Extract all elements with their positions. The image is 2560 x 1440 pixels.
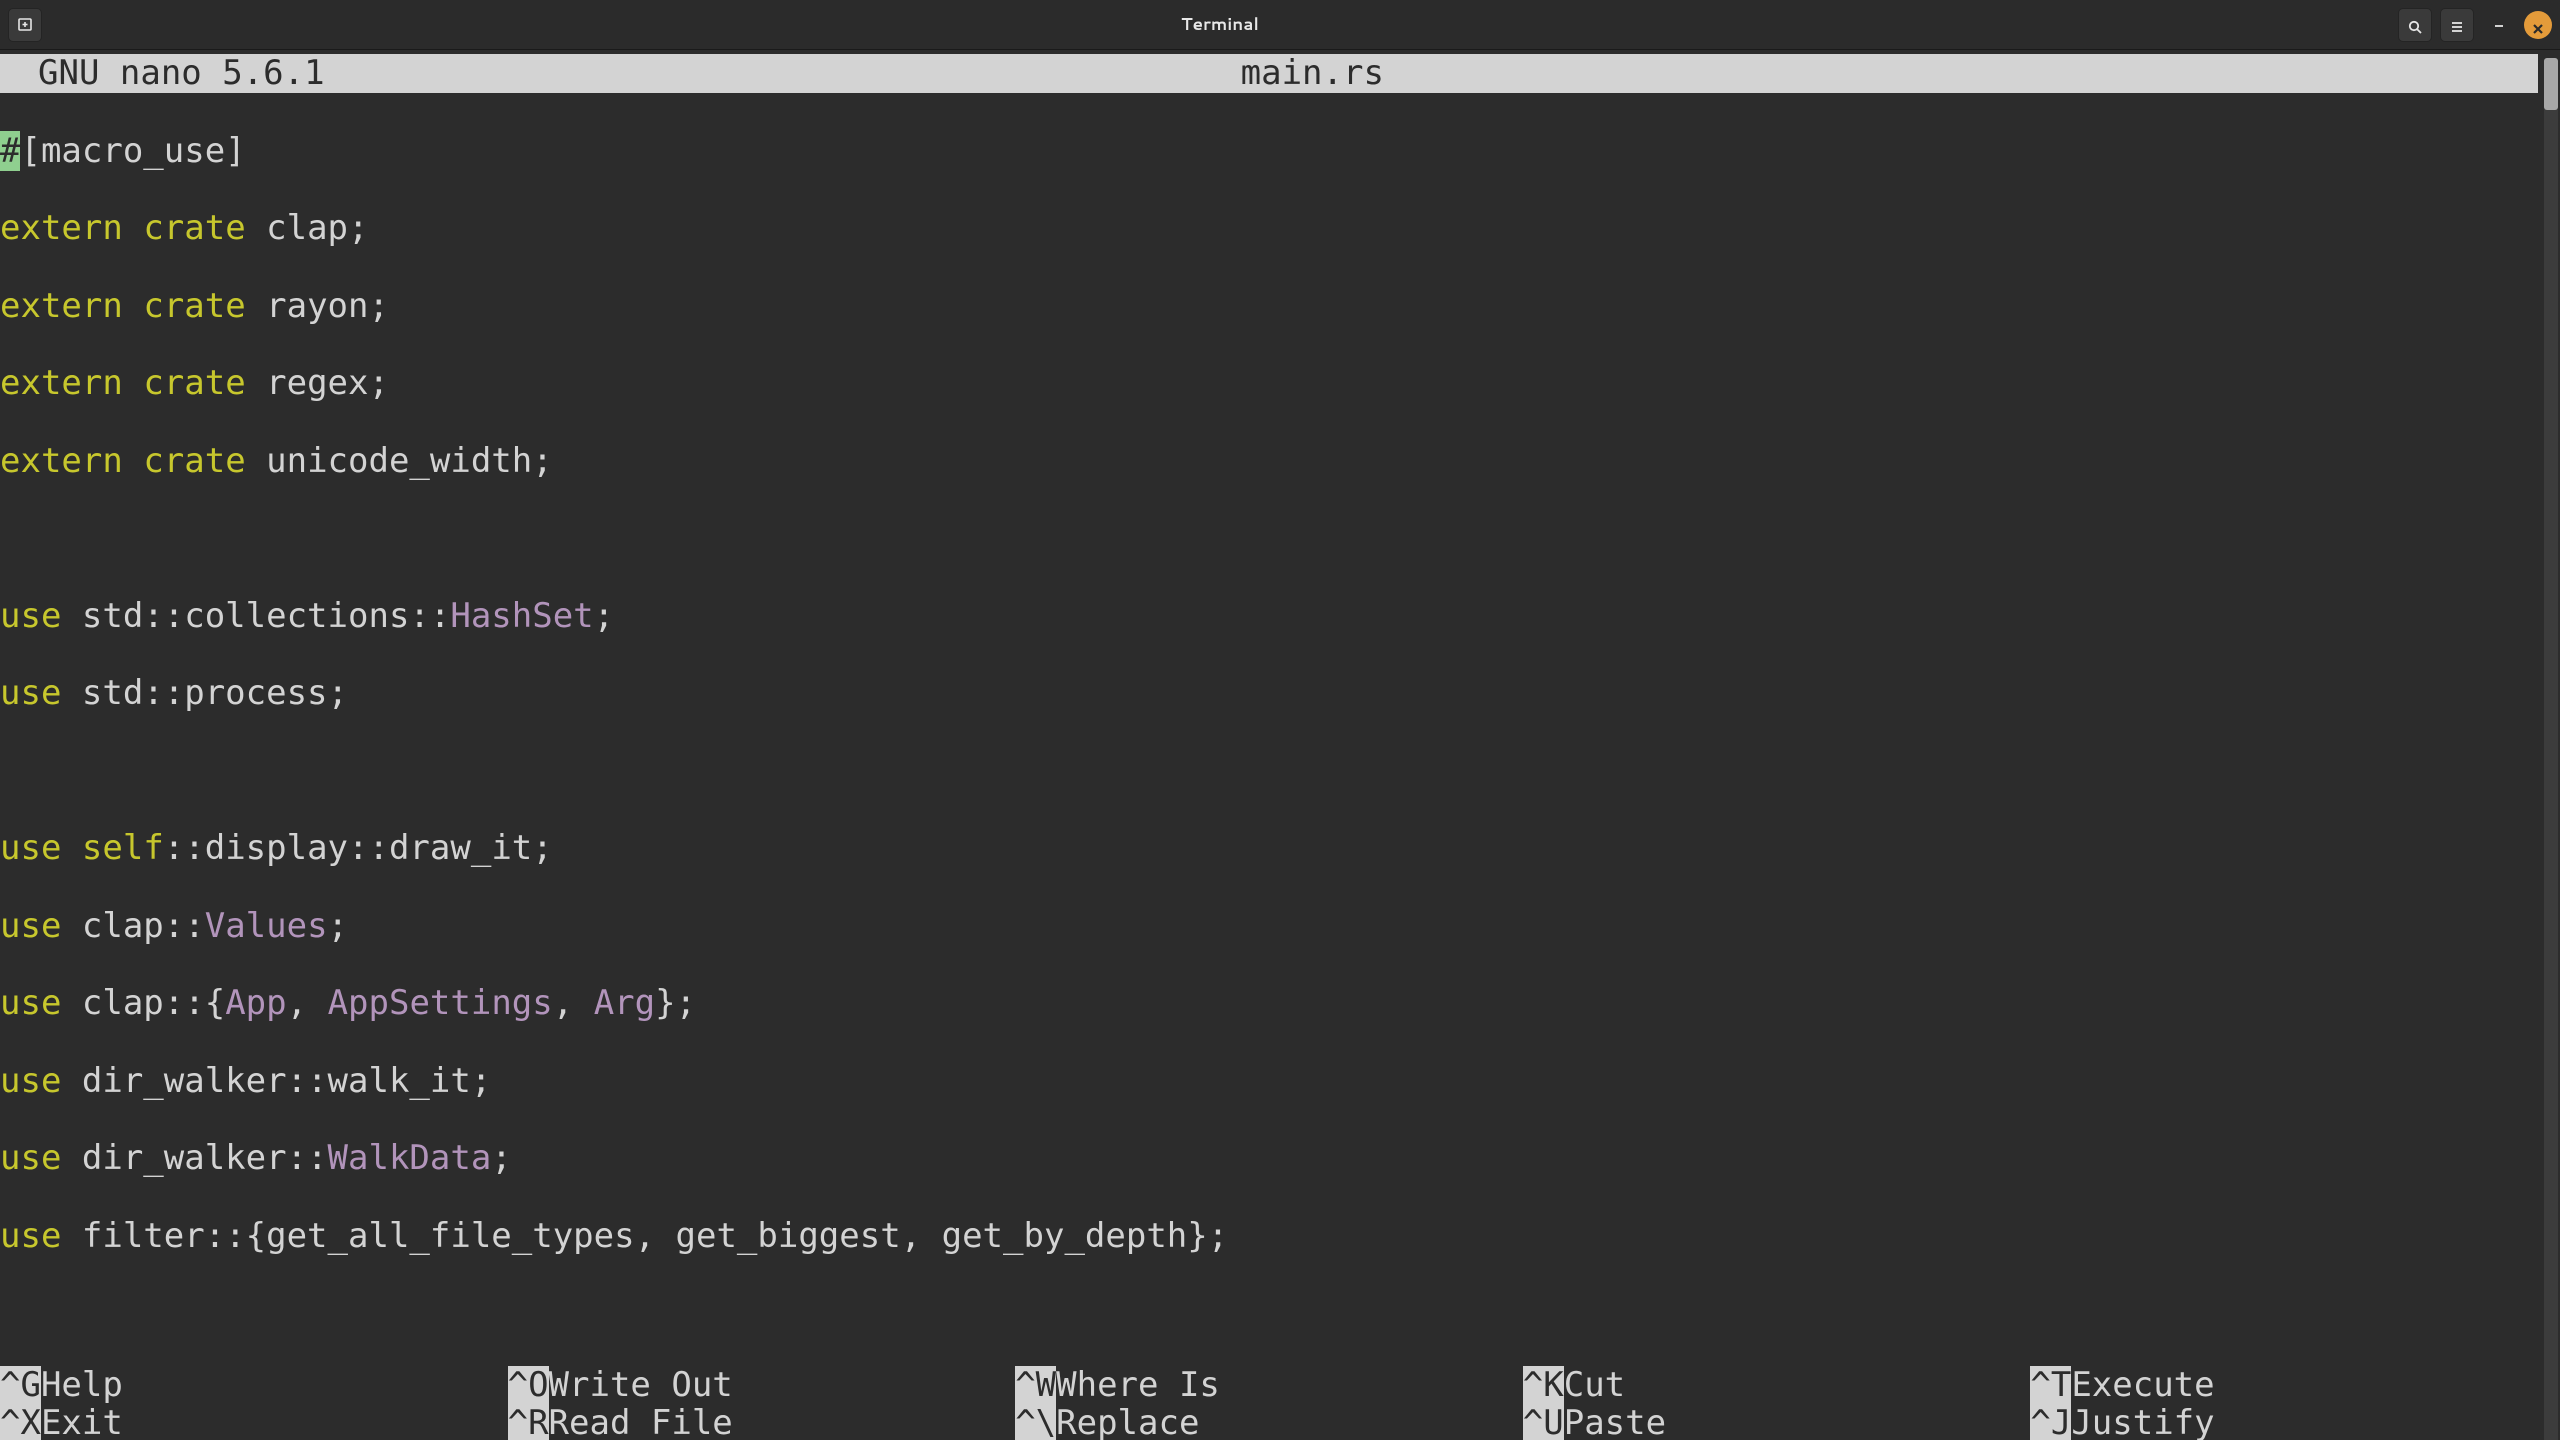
vertical-scrollbar[interactable] [2542,58,2560,1440]
code-line: use dir_walker::WalkData; [0,1139,2560,1178]
shortcut-cut: ^K Cut [1523,1366,2031,1405]
code-line: use std::collections::HashSet; [0,597,2560,636]
minimize-button[interactable] [2482,8,2516,42]
scrollbar-track [2544,58,2558,1440]
nano-filename: main.rs [325,54,2300,93]
close-icon [2532,5,2544,44]
code-line [0,519,2560,558]
window-title: Terminal [42,15,2398,34]
shortcut-help: ^G Help [0,1366,508,1405]
code-line: use filter::{get_all_file_types, get_big… [0,1217,2560,1256]
shortcut-where-is: ^W Where Is [1015,1366,1523,1405]
shortcut-justify: ^J Justify [2030,1404,2538,1440]
search-icon [2407,5,2423,44]
code-line: use clap::Values; [0,907,2560,946]
new-tab-button[interactable] [8,8,42,42]
search-button[interactable] [2398,8,2432,42]
terminal-content[interactable]: GNU nano 5.6.1 main.rs #[macro_use] exte… [0,54,2560,1440]
code-line: extern crate clap; [0,209,2560,248]
shortcut-bar: ^G Help ^O Write Out ^W Where Is ^K Cut … [0,1366,2538,1440]
close-button[interactable] [2524,11,2552,39]
hamburger-icon [2449,5,2465,44]
shortcut-execute: ^T Execute [2030,1366,2538,1405]
code-line: use clap::{App, AppSettings, Arg}; [0,984,2560,1023]
code-line: #[macro_use] [0,132,2560,171]
nano-app-name: GNU nano 5.6.1 [38,54,325,93]
code-line: use self::display::draw_it; [0,829,2560,868]
code-line: extern crate unicode_width; [0,442,2560,481]
code-line: extern crate rayon; [0,287,2560,326]
shortcut-write-out: ^O Write Out [508,1366,1016,1405]
shortcut-paste: ^U Paste [1523,1404,2031,1440]
window-title-bar: Terminal [0,0,2560,50]
minimize-icon [2492,13,2506,36]
editor-area[interactable]: #[macro_use] extern crate clap; extern c… [0,93,2560,1333]
nano-title-bar: GNU nano 5.6.1 main.rs [0,54,2538,93]
shortcut-read-file: ^R Read File [508,1404,1016,1440]
menu-button[interactable] [2440,8,2474,42]
shortcut-exit: ^X Exit [0,1404,508,1440]
shortcut-replace: ^\ Replace [1015,1404,1523,1440]
cursor: # [0,131,20,171]
code-line: use std::process; [0,674,2560,713]
code-line: extern crate regex; [0,364,2560,403]
code-line: use dir_walker::walk_it; [0,1062,2560,1101]
scrollbar-thumb[interactable] [2544,58,2558,110]
code-line [0,752,2560,791]
